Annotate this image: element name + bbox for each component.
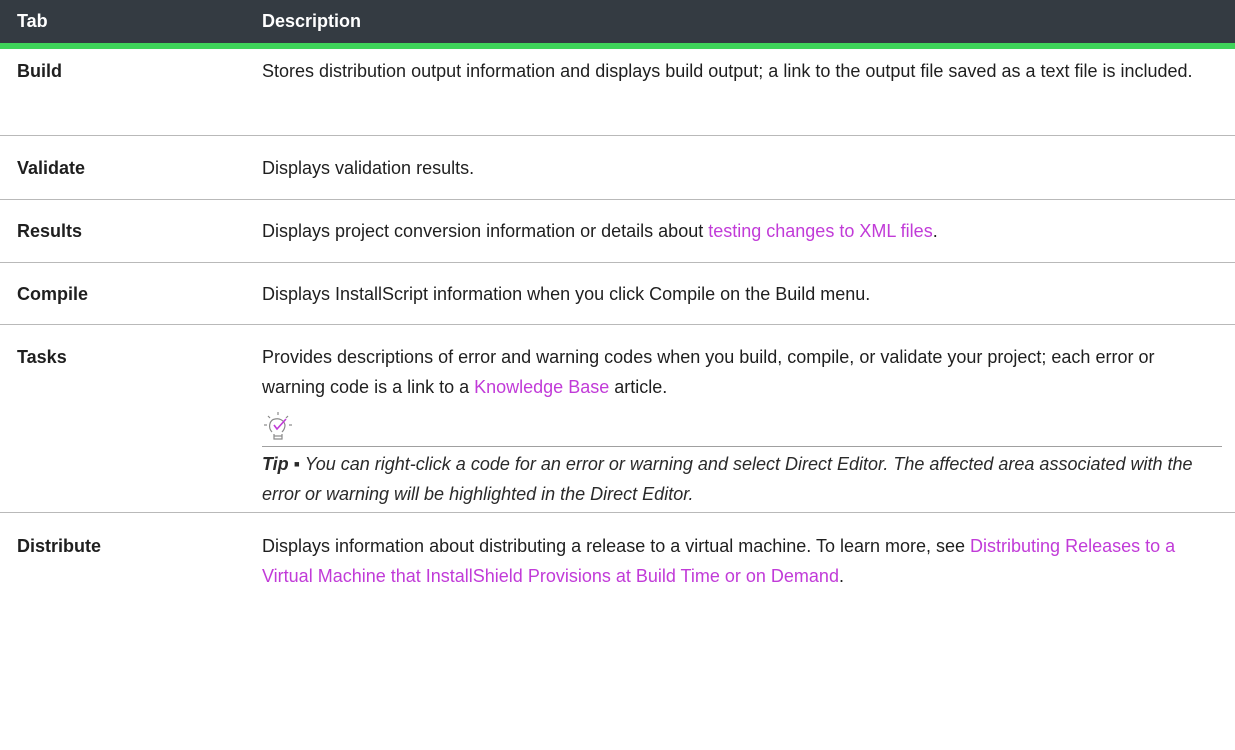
table-row-build: Build Stores distribution output informa… (0, 49, 1235, 136)
header-tab: Tab (17, 11, 48, 31)
tab-name: Results (17, 221, 83, 241)
description-text: Provides descriptions of error and warni… (262, 347, 1155, 397)
table-header: Tab Description (0, 0, 1235, 49)
table-row-distribute: Distribute Displays information about di… (0, 513, 1235, 641)
tip-note: Tip ▪ You can right-click a code for an … (262, 447, 1222, 509)
tab-name: Compile (17, 284, 89, 304)
description-text: Displays information about distributing … (262, 536, 971, 556)
header-description: Description (262, 11, 362, 31)
tab-name: Build (17, 61, 62, 81)
tabs-table: Tab Description Build Stores distributio… (0, 0, 1235, 641)
description-text: Displays project conversion information … (262, 221, 709, 241)
description-text: article. (609, 377, 668, 397)
tip-text: You can right-click a code for an error … (262, 454, 1193, 504)
table-row-tasks: Tasks Provides descriptions of error and… (0, 325, 1235, 513)
lightbulb-check-icon (264, 412, 292, 440)
description-text: . (838, 566, 844, 586)
tab-name: Tasks (17, 347, 67, 367)
tab-description: Displays validation results. (262, 158, 475, 178)
tab-description: Displays InstallScript information when … (262, 284, 871, 304)
table-row-validate: Validate Displays validation results. (0, 136, 1235, 200)
tab-description: Displays information about distributing … (262, 531, 1222, 641)
table-row-compile: Compile Displays InstallScript informati… (0, 263, 1235, 325)
tab-name: Distribute (17, 536, 102, 556)
tab-description: Displays project conversion information … (262, 216, 1222, 262)
tab-description: Provides descriptions of error and warni… (262, 342, 1222, 512)
testing-changes-link[interactable]: testing changes to XML files (708, 221, 932, 241)
knowledge-base-link[interactable]: Knowledge Base (474, 377, 609, 397)
tab-description: Stores distribution output information a… (262, 61, 1193, 81)
description-text: . (932, 221, 938, 241)
table-row-results: Results Displays project conversion info… (0, 200, 1235, 263)
tab-name: Validate (17, 158, 86, 178)
tip-label: Tip ▪ (262, 454, 301, 474)
